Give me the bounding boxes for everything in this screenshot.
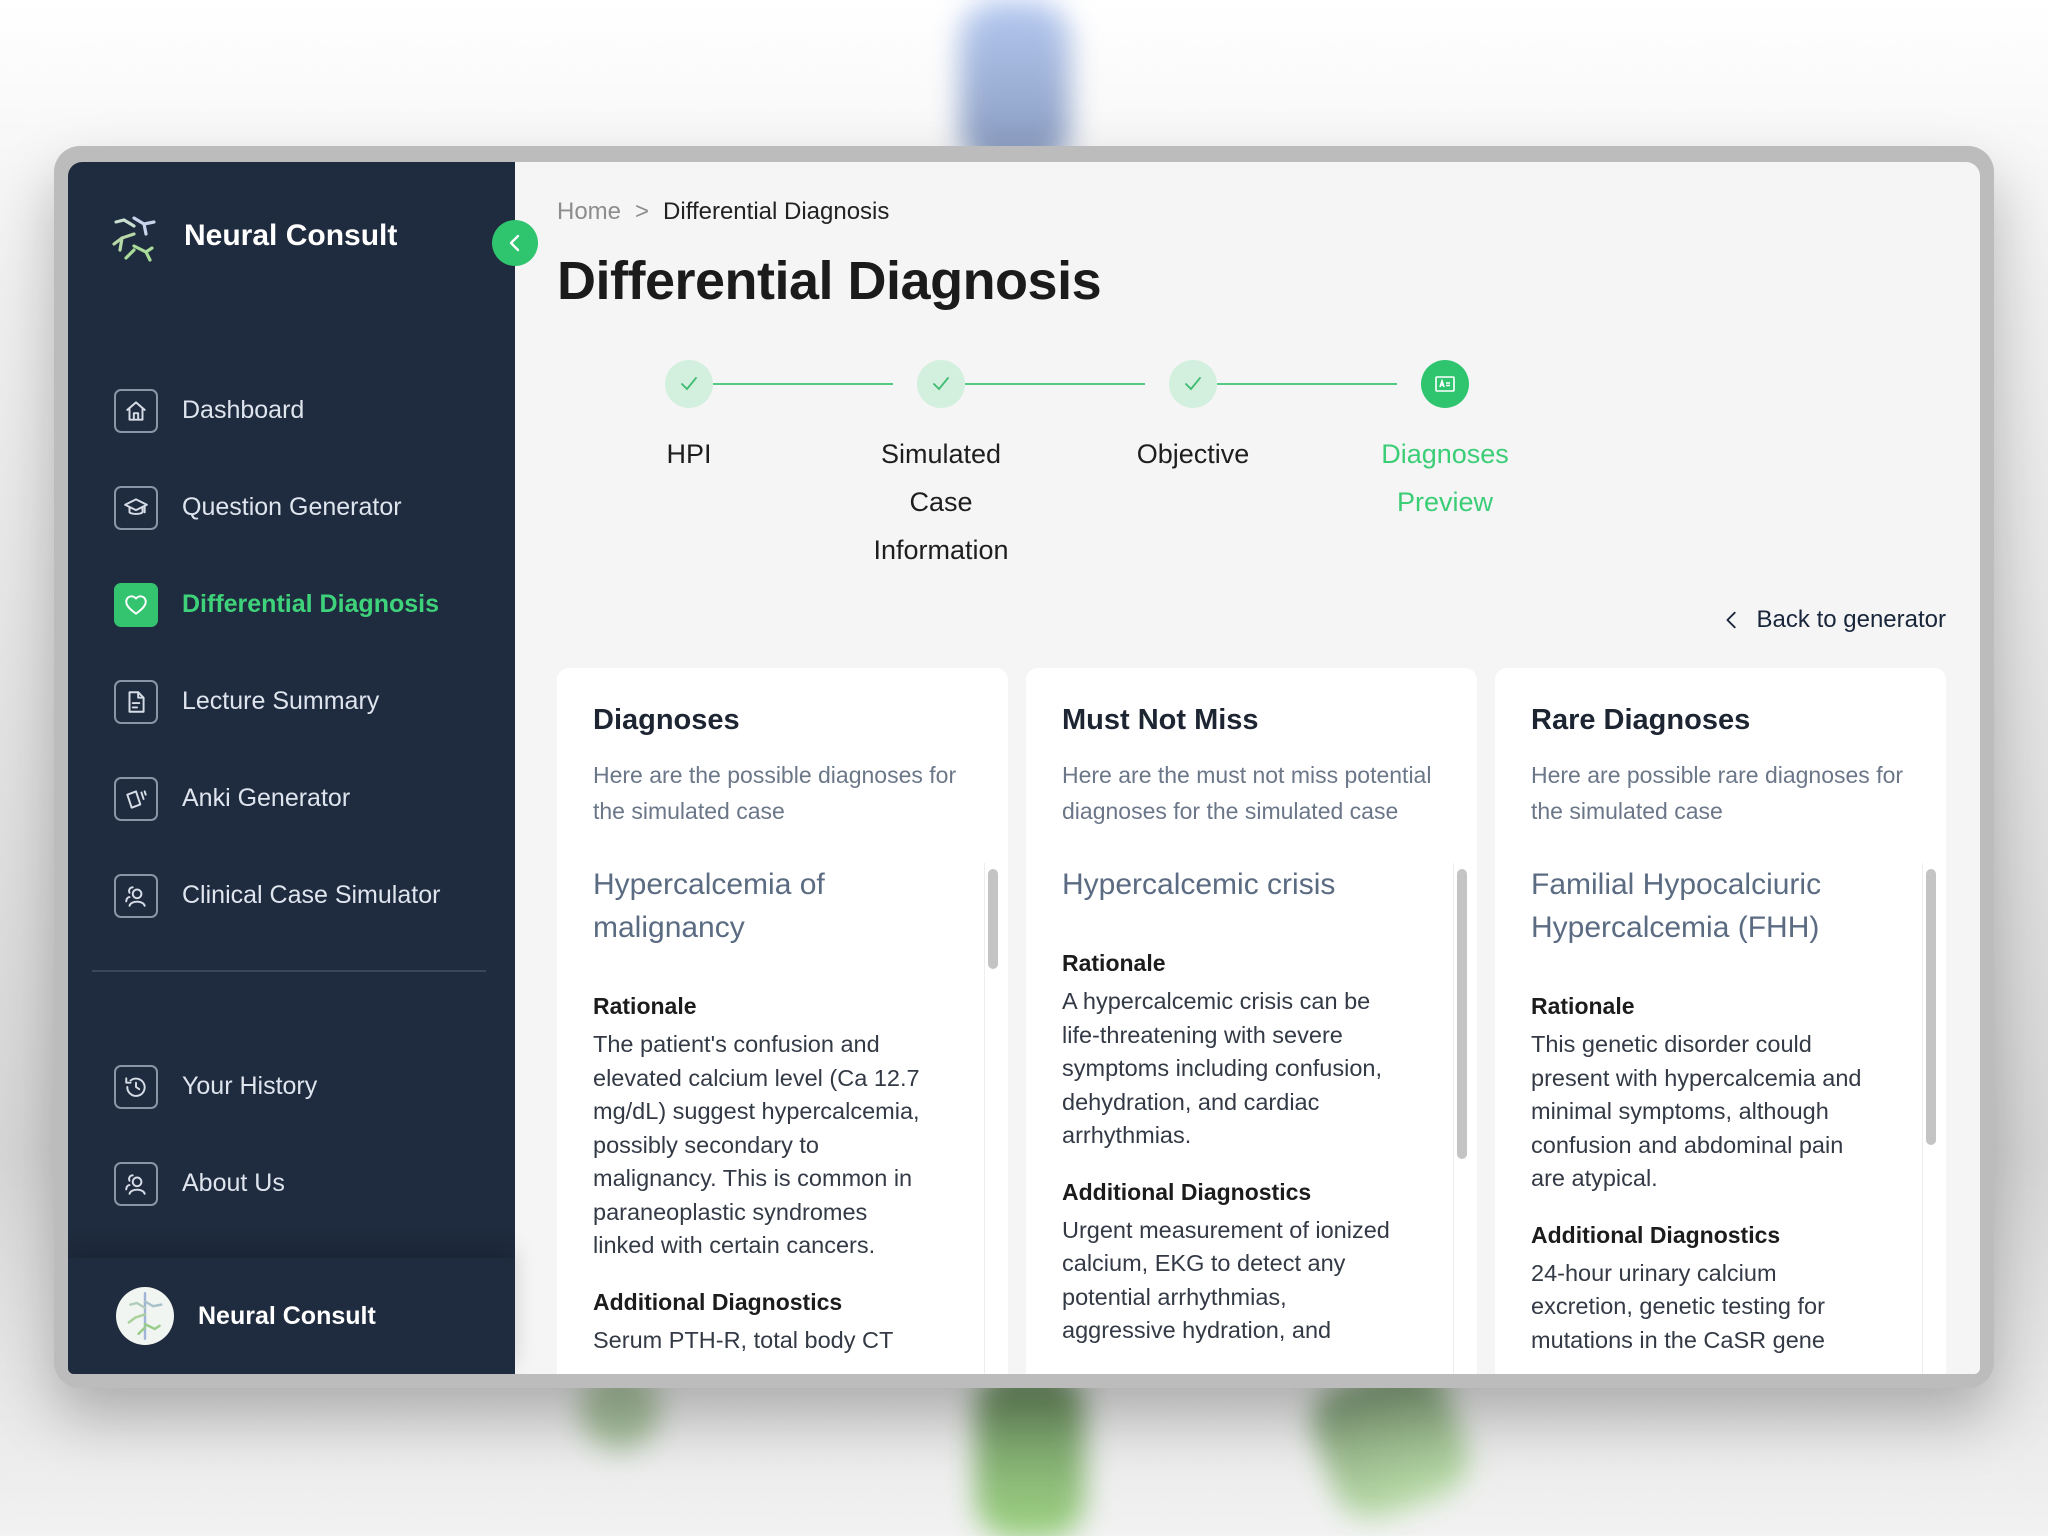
sidebar-item-label: Dashboard: [182, 396, 305, 424]
home-icon: [114, 388, 158, 433]
users-icon: [114, 873, 158, 918]
breadcrumb-separator: >: [635, 198, 650, 225]
breadcrumb: Home > Differential Diagnosis: [557, 198, 889, 226]
card-title: Diagnoses: [593, 704, 740, 736]
diagnosis-name: Hypercalcemic crisis: [1062, 868, 1336, 901]
step-label: HPI: [666, 439, 712, 469]
card-scroll-area[interactable]: Familial Hypocalciuric Hypercalcemia (FH…: [1531, 863, 1936, 1374]
card-scroll-area[interactable]: Hypercalcemia of malignancy Rationale Th…: [593, 863, 998, 1374]
id-card-icon: [1421, 360, 1469, 408]
sidebar-item-about-us[interactable]: About Us: [114, 1135, 494, 1232]
sidebar-divider: [92, 970, 486, 972]
sidebar-item-your-history[interactable]: Your History: [114, 1038, 494, 1135]
breadcrumb-current: Differential Diagnosis: [663, 198, 890, 225]
app-window: Neural Consult Dashboard Question Genera…: [68, 162, 1980, 1374]
rationale-heading: Rationale: [593, 993, 697, 1019]
scrollbar[interactable]: [1922, 863, 1938, 1374]
graduation-cap-icon: [114, 485, 158, 530]
sidebar-item-label: Differential Diagnosis: [182, 590, 439, 618]
profile[interactable]: Neural Consult: [68, 1258, 515, 1374]
sidebar-item-label: Question Generator: [182, 493, 402, 521]
document-icon: [114, 679, 158, 724]
chevron-left-icon: [1726, 611, 1736, 629]
chevron-left-icon: [509, 234, 520, 252]
sidebar-item-label: Lecture Summary: [182, 687, 380, 715]
brand[interactable]: Neural Consult: [106, 204, 397, 268]
diagnosis-name: Hypercalcemia of malignancy: [593, 868, 825, 944]
scrollbar[interactable]: [1453, 863, 1469, 1374]
neural-logo-icon: [112, 206, 156, 266]
background-decoration: [960, 0, 1070, 170]
rationale-text: The patient's confusion and elevated cal…: [593, 1031, 920, 1258]
step-objective[interactable]: Objective: [1093, 360, 1293, 478]
additional-diagnostics-heading: Additional Diagnostics: [1062, 1178, 1312, 1205]
card-title: Must Not Miss: [1062, 704, 1259, 736]
additional-diagnostics-heading: Additional Diagnostics: [1531, 1221, 1781, 1248]
brand-name: Neural Consult: [184, 219, 398, 252]
step-hpi[interactable]: HPI: [589, 360, 789, 478]
diagnosis-name: Familial Hypocalciuric Hypercalcemia (FH…: [1531, 868, 1822, 944]
check-icon: [1169, 360, 1217, 408]
back-to-generator-link[interactable]: Back to generator: [1721, 606, 1946, 634]
additional-diagnostics-text: Urgent measurement of ionized calcium, E…: [1062, 1216, 1390, 1344]
breadcrumb-home-link[interactable]: Home: [557, 198, 621, 226]
diagnosis-cards: Diagnoses Here are the possible diagnose…: [557, 668, 1946, 1374]
card-subtitle: Here are possible rare diagnoses for the…: [1531, 762, 1904, 824]
avatar: [116, 1287, 174, 1345]
main-content: Home > Differential Diagnosis Differenti…: [515, 162, 1980, 1374]
sidebar-item-differential-diagnosis[interactable]: Differential Diagnosis: [114, 556, 494, 653]
rationale-heading: Rationale: [1062, 950, 1166, 976]
additional-diagnostics-text: 24-hour urinary calcium excretion, genet…: [1531, 1259, 1825, 1353]
diagnoses-card: Diagnoses Here are the possible diagnose…: [557, 668, 1008, 1374]
profile-name: Neural Consult: [198, 1301, 376, 1330]
card-scroll-area[interactable]: Hypercalcemic crisis Rationale A hyperca…: [1062, 863, 1467, 1374]
step-simulated-case-information[interactable]: Simulated Case Information: [841, 360, 1041, 574]
must-not-miss-card: Must Not Miss Here are the must not miss…: [1026, 668, 1477, 1374]
sidebar-item-label: Anki Generator: [182, 784, 351, 812]
progress-stepper: HPI Simulated Case Information Objective…: [595, 360, 1509, 580]
check-icon: [665, 360, 713, 408]
rationale-text: A hypercalcemic crisis can be life-threa…: [1062, 988, 1383, 1148]
card-title: Rare Diagnoses: [1531, 704, 1751, 736]
back-link-label: Back to generator: [1756, 606, 1946, 633]
rare-diagnoses-card: Rare Diagnoses Here are possible rare di…: [1495, 668, 1946, 1374]
step-label: Simulated Case Information: [873, 439, 1009, 565]
scrollbar-thumb[interactable]: [988, 869, 998, 969]
sidebar-item-label: About Us: [182, 1169, 285, 1197]
sidebar-item-label: Clinical Case Simulator: [182, 881, 441, 909]
sidebar-item-dashboard[interactable]: Dashboard: [114, 362, 494, 459]
check-icon: [917, 360, 965, 408]
page-title: Differential Diagnosis: [557, 251, 1102, 311]
sidebar-item-lecture-summary[interactable]: Lecture Summary: [114, 653, 494, 750]
sidebar-item-clinical-case-simulator[interactable]: Clinical Case Simulator: [114, 847, 494, 944]
sidebar-item-label: Your History: [182, 1072, 318, 1100]
scrollbar[interactable]: [984, 863, 1000, 1374]
primary-nav: Dashboard Question Generator Differentia…: [114, 362, 494, 944]
cards-icon: [114, 776, 158, 821]
card-subtitle: Here are the must not miss potential dia…: [1062, 762, 1432, 824]
background-decoration: [975, 1370, 1085, 1536]
card-subtitle: Here are the possible diagnoses for the …: [593, 762, 957, 824]
sidebar: Neural Consult Dashboard Question Genera…: [68, 162, 515, 1374]
rationale-text: This genetic disorder could present with…: [1531, 1031, 1862, 1191]
users-icon: [114, 1161, 158, 1206]
sidebar-item-anki-generator[interactable]: Anki Generator: [114, 750, 494, 847]
heart-icon: [114, 582, 158, 627]
history-icon: [114, 1064, 158, 1109]
sidebar-item-question-generator[interactable]: Question Generator: [114, 459, 494, 556]
scrollbar-thumb[interactable]: [1926, 869, 1936, 1145]
step-diagnoses-preview[interactable]: Diagnoses Preview: [1345, 360, 1545, 526]
step-label: Objective: [1136, 439, 1250, 469]
additional-diagnostics-heading: Additional Diagnostics: [593, 1288, 843, 1315]
step-label: Diagnoses Preview: [1381, 439, 1509, 517]
scrollbar-thumb[interactable]: [1457, 869, 1467, 1159]
rationale-heading: Rationale: [1531, 993, 1635, 1019]
collapse-sidebar-button[interactable]: [492, 220, 538, 266]
additional-diagnostics-text: Serum PTH-R, total body CT: [593, 1326, 894, 1353]
